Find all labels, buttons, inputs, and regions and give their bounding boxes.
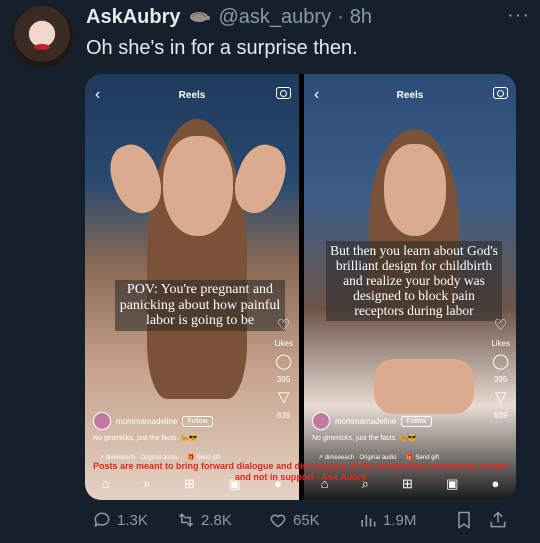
media-left[interactable]: ‹ Reels POV: You're pregnant and panicki…: [85, 74, 299, 500]
torso-shape: [374, 359, 474, 414]
avatar-lips: [34, 44, 50, 50]
media-grid[interactable]: ‹ Reels POV: You're pregnant and panicki…: [85, 74, 516, 500]
analytics-icon: [361, 515, 376, 527]
like-count: 65K: [293, 511, 320, 529]
views-button[interactable]: 1.9M: [358, 510, 454, 530]
face-shape: [384, 144, 446, 236]
armadillo-emoji-icon: [190, 12, 211, 22]
side-actions: ♡ Likes ◯ 395 ▽ 639: [491, 318, 510, 420]
tweet-text: Oh she's in for a surprise then.: [86, 37, 358, 59]
share-button[interactable]: [488, 510, 508, 530]
separator-dot: ·: [337, 6, 344, 28]
repost-count: 2.8K: [201, 511, 232, 529]
side-actions: ♡ Likes ◯ 395 ▽ 639: [274, 318, 293, 420]
video-description: No gimmicks, just the facts. 🐆😎: [312, 435, 417, 442]
more-options-icon[interactable]: ···: [507, 4, 530, 27]
audio-label[interactable]: ↗ dimeeeach · Original audio: [99, 454, 177, 461]
bookmark-icon: [458, 511, 470, 529]
video-description: No gimmicks, just the facts. 🐆😎: [93, 435, 198, 442]
reply-count: 1.3K: [117, 511, 148, 529]
avatar[interactable]: [11, 6, 73, 68]
display-name[interactable]: AskAubry: [86, 6, 180, 29]
heart-icon[interactable]: ♡: [277, 318, 290, 333]
follow-button[interactable]: Follow: [182, 415, 213, 427]
audio-label[interactable]: ↗ dimeeeach · Original audio: [318, 454, 396, 461]
share-icon[interactable]: ▽: [495, 390, 507, 405]
reply-icon: [94, 512, 110, 528]
reels-title: Reels: [178, 90, 206, 101]
like-button[interactable]: 65K: [268, 510, 358, 530]
heart-icon[interactable]: ♡: [494, 318, 507, 333]
username[interactable]: mommamadeline: [335, 417, 396, 426]
reels-title: Reels: [396, 90, 424, 101]
audio-row: ↗ dimeeeach · Original audio 🎁 Send gift: [99, 454, 220, 461]
follow-button[interactable]: Follow: [401, 415, 432, 427]
send-gift-label[interactable]: 🎁 Send gift: [187, 454, 220, 461]
video-caption: POV: You're pregnant and panicking about…: [115, 280, 285, 332]
username[interactable]: mommamadeline: [116, 417, 177, 426]
share-count: 639: [493, 411, 508, 420]
tweet-header: AskAubry @ask_aubry · 8h: [86, 6, 372, 29]
comment-count: 395: [493, 375, 508, 384]
camera-icon[interactable]: [276, 87, 291, 99]
share-count: 639: [276, 411, 291, 420]
handle[interactable]: @ask_aubry: [218, 6, 331, 29]
media-right[interactable]: ‹ Reels But then you learn about God's b…: [304, 74, 516, 500]
likes-label: Likes: [491, 339, 510, 348]
repost-icon: [178, 513, 194, 527]
comment-icon[interactable]: ◯: [492, 354, 509, 369]
share-icon: [490, 511, 506, 528]
view-count: 1.9M: [383, 511, 417, 529]
audio-row: ↗ dimeeeach · Original audio 🎁 Send gift: [318, 454, 439, 461]
comment-count: 395: [276, 375, 291, 384]
timestamp[interactable]: 8h: [350, 6, 372, 29]
tweet-actions: 1.3K 2.8K 65K 1.9M: [92, 510, 522, 530]
user-avatar[interactable]: [312, 412, 330, 430]
repost-button[interactable]: 2.8K: [176, 510, 268, 530]
share-icon[interactable]: ▽: [278, 390, 290, 405]
user-avatar[interactable]: [93, 412, 111, 430]
user-row: mommamadeline Follow: [312, 412, 432, 430]
bookmark-button[interactable]: [454, 510, 488, 530]
reply-button[interactable]: 1.3K: [92, 510, 176, 530]
video-caption: But then you learn about God's brilliant…: [326, 241, 502, 321]
heart-icon: [270, 514, 286, 528]
comment-icon[interactable]: ◯: [275, 354, 292, 369]
face-shape: [163, 136, 233, 236]
watermark-text: Posts are meant to bring forward dialogu…: [92, 461, 509, 482]
likes-label: Likes: [274, 339, 293, 348]
user-row: mommamadeline Follow: [93, 412, 213, 430]
send-gift-label[interactable]: 🎁 Send gift: [406, 454, 439, 461]
camera-icon[interactable]: [493, 87, 508, 99]
